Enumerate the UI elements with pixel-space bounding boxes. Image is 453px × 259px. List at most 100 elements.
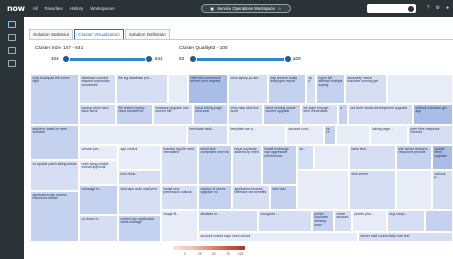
dashboard-icon[interactable]: [8, 60, 16, 67]
cluster-cell[interactable]: s: [338, 104, 348, 125]
cluster-cell[interactable]: version per...: [79, 145, 118, 160]
cluster-cell[interactable]: new wan: [270, 185, 297, 210]
cluster-cell[interactable]: issue taking page kind seat: [193, 104, 228, 125]
global-search-input[interactable]: [367, 4, 416, 13]
settings-icon[interactable]: ⚙: [435, 5, 439, 11]
cluster-size-min-handle[interactable]: [62, 55, 70, 63]
bell-icon[interactable]: ●: [446, 5, 449, 11]
cluster-cell[interactable]: windows upgrade one current file: [153, 104, 193, 125]
cluster-cell[interactable]: no ducer b...: [79, 215, 118, 242]
cluster-cell[interactable]: sap receive today employee report: [268, 74, 306, 104]
cluster-cell[interactable]: taking page ...: [370, 125, 408, 145]
cluster-cell[interactable]: disk server: [349, 170, 396, 210]
cluster-cell[interactable]: disabled re...: [198, 210, 258, 232]
cluster-cell[interactable]: update mem upgrade: [432, 145, 453, 170]
cluster-cell[interactable]: need running oracle current upgrade: [263, 104, 301, 125]
cluster-cell[interactable]: account cont...: [286, 125, 324, 145]
cluster-size-min: 104: [51, 56, 59, 61]
tab-cluster-visualization[interactable]: Cluster Visualization: [74, 29, 124, 39]
cluster-cell[interactable]: [396, 170, 432, 210]
left-rail: [0, 17, 24, 259]
tab-solution-statistics[interactable]: Solution Statistics: [29, 29, 74, 39]
cluster-cell[interactable]: [387, 74, 453, 104]
cluster-cell[interactable]: outlook p...: [432, 170, 453, 210]
nav-workspaces[interactable]: Workspaces: [90, 6, 114, 11]
cluster-cell[interactable]: file log database pro...: [116, 74, 168, 104]
cluster-cell[interactable]: [168, 74, 188, 104]
cluster-cell[interactable]: nc re: [324, 125, 336, 145]
cluster-cell[interactable]: site server answers resources provide: [396, 145, 432, 170]
cluster-cell[interactable]: antivirus install re need software: [30, 125, 79, 160]
cluster-size-range: 147 - 641: [63, 46, 84, 51]
cluster-cell[interactable]: account locked says need unlock: [198, 232, 358, 242]
cluster-cell[interactable]: [425, 210, 453, 232]
cluster-cell[interactable]: install new permission outlook: [161, 185, 198, 210]
cluster-cell[interactable]: out lever studio development upgrade: [348, 104, 413, 125]
cluster-cell[interactable]: bug comp...: [387, 210, 425, 232]
cluster-cell[interactable]: [314, 145, 349, 170]
cluster-cell[interactable]: dc...: [297, 145, 314, 170]
cluster-cell[interactable]: restar account: [334, 210, 352, 232]
inbox-icon[interactable]: [8, 47, 16, 54]
workspace-selector[interactable]: ▣ Service Operations Workspace ☆: [201, 4, 291, 13]
cluster-cell[interactable]: base time: [349, 145, 396, 170]
cluster-cell[interactable]: install exchange sap aggressive interfer…: [262, 145, 297, 185]
cluster-size-fill: [67, 58, 152, 61]
cluster-cell[interactable]: main hang unable overall approval: [79, 160, 118, 185]
cluster-cell[interactable]: printer pho...: [352, 210, 387, 232]
cluster-cell[interactable]: file restore laptop need transferred: [116, 104, 153, 125]
cluster-size-max-handle[interactable]: [145, 55, 153, 63]
help-icon[interactable]: ?: [427, 5, 430, 11]
cluster-cell[interactable]: disk tape work mail print: [118, 185, 161, 215]
cluster-cell[interactable]: recognize ...: [258, 210, 312, 232]
cluster-cell[interactable]: application browse interface ran benefit…: [232, 185, 270, 210]
cluster-quality-label: Cluster Quality: [179, 46, 211, 51]
cluster-cell[interactable]: outlook unknown get app: [413, 104, 453, 125]
cluster-cell[interactable]: server mail connectivity mail test: [358, 232, 453, 242]
servicenow-logo[interactable]: now: [7, 4, 25, 13]
cluster-cell[interactable]: click touchpad left cursor right: [30, 74, 79, 125]
cluster-cell[interactable]: app control: [118, 145, 161, 170]
cluster-cell[interactable]: logon fail attempt multiple saying: [316, 74, 345, 104]
cluster-cell[interactable]: database connect request connection succ…: [79, 74, 116, 104]
cluster-cell[interactable]: printer duplicate desktop scan: [312, 210, 334, 232]
home-icon[interactable]: [8, 21, 16, 28]
nav-history[interactable]: History: [70, 6, 84, 11]
star-icon[interactable]: ☆: [278, 6, 282, 11]
cluster-quality-min-handle[interactable]: [189, 55, 197, 63]
cluster-cell[interactable]: issue duplicate address ip need: [232, 145, 262, 185]
cluster-size-max: 641: [155, 56, 163, 61]
cluster-cell[interactable]: virus laptop pc ant...: [228, 74, 268, 104]
cluster-cell[interactable]: image fil...: [161, 210, 198, 242]
cluster-cell[interactable]: message m...: [79, 185, 118, 215]
cluster-cell[interactable]: icon refus...: [118, 170, 161, 185]
nav-all[interactable]: All: [33, 6, 38, 11]
cluster-cell[interactable]: caption of stores upgrade no: [198, 185, 232, 210]
cluster-cell[interactable]: inactive log file need reinstalled: [161, 145, 198, 185]
cluster-cell[interactable]: vfs login through term credentials: [301, 104, 338, 125]
cluster-cell[interactable]: [336, 125, 370, 145]
legend-tick: 100: [238, 252, 244, 256]
cluster-cell[interactable]: reflected connection server error reques…: [188, 74, 228, 104]
cluster-cell[interactable]: vo update patch failing keeps: [30, 160, 79, 191]
color-scale-legend: [173, 246, 245, 250]
tab-solution-definition[interactable]: Solution Definition: [124, 29, 170, 39]
cluster-cell[interactable]: backup drive hard back week: [79, 104, 116, 125]
cluster-cell[interactable]: [79, 125, 187, 145]
cluster-cell[interactable]: application sap access resources farnan: [30, 191, 79, 242]
cluster-quality-max-handle[interactable]: [284, 55, 292, 63]
cluster-cell[interactable]: [297, 170, 349, 210]
cluster-cell[interactable]: virus help click lick word: [228, 104, 263, 125]
legend-tick: 50: [212, 252, 216, 256]
cluster-cell[interactable]: template use p...: [228, 125, 286, 145]
cluster-cell[interactable]: terminate back...: [187, 125, 228, 145]
nav-favorites[interactable]: Favorites: [45, 6, 63, 11]
search-icon[interactable]: [408, 5, 414, 12]
cluster-cell[interactable]: email disk computers new via: [198, 145, 232, 185]
cluster-cell[interactable]: peer time response network: [408, 125, 453, 145]
top-icons: ? ⚙ ●: [427, 5, 449, 11]
list-icon[interactable]: [8, 34, 16, 41]
cluster-cell[interactable]: control cap application week manage: [118, 215, 161, 242]
cluster-cell[interactable]: assembly memo machine running get: [345, 74, 387, 104]
cluster-cell[interactable]: vp p: [306, 74, 316, 104]
